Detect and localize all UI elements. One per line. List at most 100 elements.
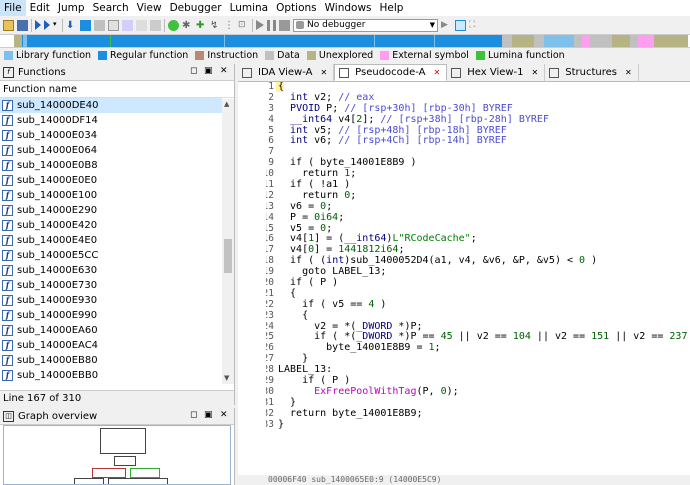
code-line[interactable]: 27 } xyxy=(266,353,690,365)
menu-options[interactable]: Options xyxy=(272,0,321,16)
function-list-item[interactable]: f sub_14000E0B8 xyxy=(0,158,222,173)
function-list-item[interactable]: f sub_14000E290 xyxy=(0,203,222,218)
menu-windows[interactable]: Windows xyxy=(321,0,376,16)
jump-down-icon[interactable]: ⬇ xyxy=(66,20,77,31)
code-line[interactable]: 12 return 0; xyxy=(266,190,690,202)
pause-icon[interactable] xyxy=(267,19,276,31)
code-line[interactable]: 20 if ( P ) xyxy=(266,277,690,289)
code-line[interactable]: 33} xyxy=(266,418,690,431)
function-list-item[interactable]: f sub_14000EBB0 xyxy=(0,368,222,383)
function-list-item[interactable]: f sub_14000E4E0 xyxy=(0,233,222,248)
close-icon[interactable]: ✕ xyxy=(625,68,632,77)
function-list-item[interactable]: f sub_14000EB80 xyxy=(0,353,222,368)
menu-jump[interactable]: Jump xyxy=(54,0,89,16)
code-icon[interactable] xyxy=(122,19,133,31)
code-line[interactable]: 14 P = 0i64; xyxy=(266,212,690,224)
debugger-select[interactable]: No debugger ▼ xyxy=(293,18,438,32)
legend-label: External symbol xyxy=(392,50,469,61)
folder-open-icon[interactable] xyxy=(3,19,14,31)
tab-ida-view-a[interactable]: IDA View-A ✕ xyxy=(238,64,335,81)
function-list-item[interactable]: f sub_14000E930 xyxy=(0,293,222,308)
watch-icon[interactable]: ⊡ xyxy=(238,20,249,31)
text-icon[interactable] xyxy=(108,19,119,31)
trace-icon[interactable]: ↯ xyxy=(210,20,221,31)
function-list-item[interactable]: f sub_14000E064 xyxy=(0,143,222,158)
tab-structures[interactable]: Structures ✕ xyxy=(545,64,639,81)
function-list-item[interactable]: f sub_14000E630 xyxy=(0,263,222,278)
maximize-icon[interactable]: ▣ xyxy=(204,66,213,76)
function-list-item[interactable]: f sub_14000E990 xyxy=(0,308,222,323)
breakpoints-icon[interactable]: ⋮ xyxy=(224,20,235,31)
maximize-icon[interactable]: ▣ xyxy=(204,410,213,420)
function-list-item[interactable]: f sub_14000E100 xyxy=(0,188,222,203)
navigation-segment xyxy=(23,35,27,47)
function-list-item[interactable]: f sub_14000EAC4 xyxy=(0,338,222,353)
menu-edit[interactable]: Edit xyxy=(26,0,54,16)
function-icon[interactable] xyxy=(136,19,147,31)
graph-overview-canvas[interactable] xyxy=(3,425,231,485)
legend-label: Instruction xyxy=(207,50,259,61)
grid-icon[interactable] xyxy=(80,19,91,31)
close-icon[interactable]: ✕ xyxy=(220,66,228,76)
line-gutter[interactable] xyxy=(238,82,266,485)
menu-lumina[interactable]: Lumina xyxy=(226,0,273,16)
close-icon[interactable]: ✕ xyxy=(532,68,539,77)
scroll-down-icon[interactable]: ▼ xyxy=(224,374,229,382)
code-line[interactable]: 19 goto LABEL_13; xyxy=(266,266,690,278)
code-line[interactable]: 30 ExFreePoolWithTag(P, 0); xyxy=(266,386,690,398)
run-icon[interactable] xyxy=(168,19,179,31)
tab-label: Structures xyxy=(565,67,617,78)
menu-view[interactable]: View xyxy=(133,0,166,16)
function-list-item[interactable]: f sub_14000DF14 xyxy=(0,113,222,128)
function-name-column-header[interactable]: Function name xyxy=(0,81,234,98)
function-list[interactable]: f sub_14000DE40 f sub_14000DF14 f sub_14000E0… xyxy=(0,98,222,383)
menu-search[interactable]: Search xyxy=(89,0,133,16)
function-list-item[interactable]: f sub_14000DE40 xyxy=(0,98,222,113)
data-icon[interactable] xyxy=(94,19,105,31)
menu-help[interactable]: Help xyxy=(376,0,408,16)
play-icon[interactable] xyxy=(256,20,264,30)
function-list-item[interactable]: f sub_14000E5CC xyxy=(0,248,222,263)
scrollbar-thumb[interactable] xyxy=(224,239,232,273)
add-breakpoint-icon[interactable]: ✚ xyxy=(196,20,207,31)
toolbar-separator xyxy=(31,18,32,32)
pseudocode-view[interactable]: 1{2 int v2; // eax 3 PVOID P; // [rsp+30h… xyxy=(238,82,690,485)
settings-icon[interactable]: ✱ xyxy=(182,20,193,31)
function-list-item[interactable]: f sub_14000E0E0 xyxy=(0,173,222,188)
back-icon[interactable] xyxy=(35,20,41,30)
restore-icon[interactable]: ◻ xyxy=(190,410,197,420)
view-tabs: IDA View-A ✕ Pseudocode-A ✕ Hex View-1 ✕ Struc… xyxy=(238,64,690,82)
code-line[interactable]: 6 int v6; // [rsp+4Ch] [rbp-14h] BYREF xyxy=(268,136,690,147)
navigation-strip[interactable] xyxy=(14,35,688,47)
pseudocode-text[interactable]: 1{2 int v2; // eax 3 PVOID P; // [rsp+30h… xyxy=(266,82,690,485)
save-icon[interactable] xyxy=(17,19,28,31)
tab-pseudocode-a[interactable]: Pseudocode-A ✕ xyxy=(334,64,448,81)
struct-icon[interactable] xyxy=(150,19,161,31)
code-line[interactable]: 23 { xyxy=(266,310,690,322)
navigation-band[interactable] xyxy=(0,34,690,48)
debug-step-icon[interactable]: ▶ xyxy=(441,20,452,31)
scroll-up-icon[interactable]: ▲ xyxy=(224,100,229,108)
close-icon[interactable]: ✕ xyxy=(320,68,327,77)
forward-icon[interactable] xyxy=(44,20,50,30)
close-icon[interactable]: ✕ xyxy=(434,68,441,77)
stop-icon[interactable] xyxy=(279,19,290,31)
pseudocode-icon xyxy=(339,67,350,78)
close-icon[interactable]: ✕ xyxy=(220,410,228,420)
menu-file[interactable]: File xyxy=(0,0,26,16)
restore-icon[interactable]: ◻ xyxy=(190,66,197,76)
lumina-icon[interactable]: ⛶ xyxy=(469,20,480,31)
code-line[interactable]: 32 return byte_14001E8B9; xyxy=(266,408,690,420)
sync-icon[interactable] xyxy=(455,19,466,31)
code-line[interactable]: 22 if ( v5 == 4 ) xyxy=(266,299,690,311)
function-list-item[interactable]: f sub_14000EA60 xyxy=(0,323,222,338)
tab-hex-view-1[interactable]: Hex View-1 ✕ xyxy=(447,64,546,81)
function-list-scrollbar[interactable]: ▲ ▼ xyxy=(222,99,234,384)
nav-dropdown-icon[interactable]: ▾ xyxy=(53,20,59,31)
function-list-item[interactable]: f sub_14000E034 xyxy=(0,128,222,143)
function-list-item[interactable]: f sub_14000E420 xyxy=(0,218,222,233)
code-text: } xyxy=(278,418,285,430)
function-list-item[interactable]: f sub_14000E730 xyxy=(0,278,222,293)
code-line[interactable]: 26 byte_14001E8B9 = 1; xyxy=(266,342,690,354)
menu-debugger[interactable]: Debugger xyxy=(166,0,226,16)
